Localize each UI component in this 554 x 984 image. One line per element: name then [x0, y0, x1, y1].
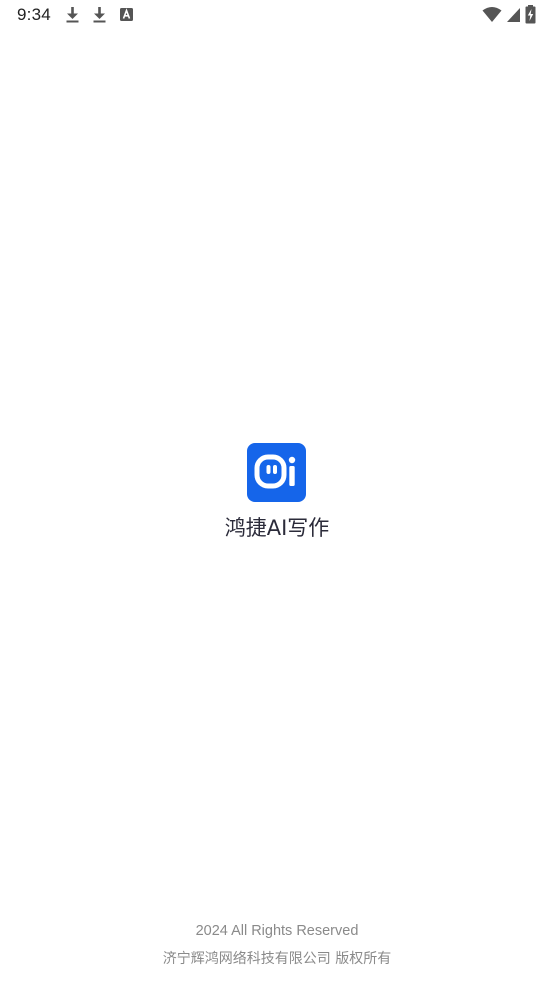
signal-icon [507, 8, 520, 22]
battery-charging-icon [525, 5, 536, 24]
download-icon [93, 7, 106, 23]
system-icons [482, 5, 536, 24]
notification-icons [64, 6, 135, 23]
font-a-icon [120, 8, 133, 21]
status-time: 9:34 [17, 5, 51, 24]
app-logo-glyph [254, 454, 296, 489]
footer-company: 济宁辉鸿网络科技有限公司 版权所有 [162, 951, 392, 967]
download-icon [66, 7, 79, 23]
app-logo-icon [247, 443, 306, 502]
footer-copyright: 2024 All Rights Reserved [195, 923, 359, 939]
status-bar: 9:34 [0, 0, 554, 30]
app-name: 鸿捷AI写作 [224, 516, 330, 540]
wifi-icon [482, 7, 502, 22]
